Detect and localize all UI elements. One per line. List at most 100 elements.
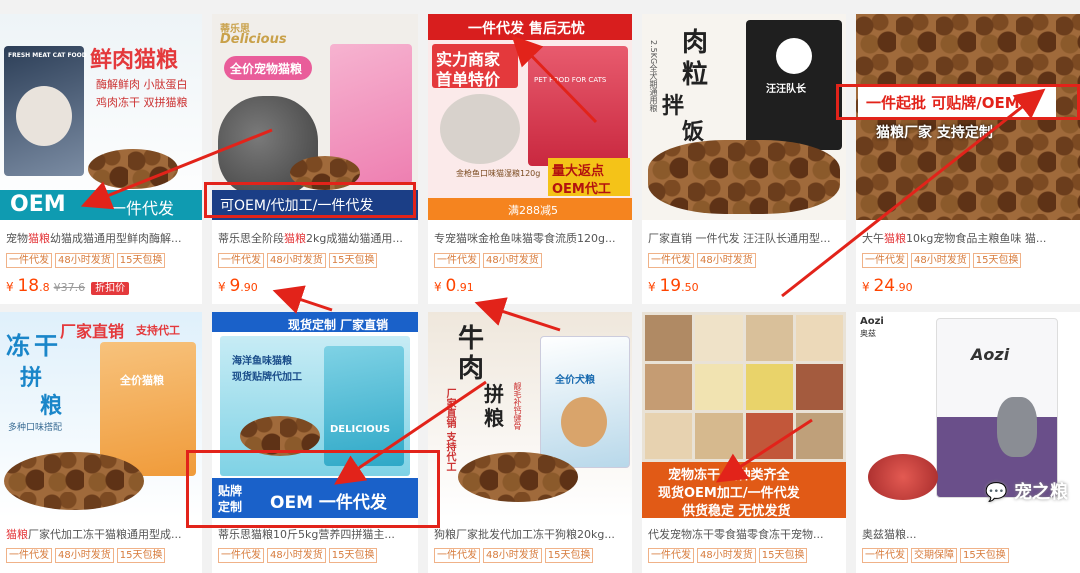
product-card[interactable]: 宠物冻干 品种类齐全 现货OEM加工/一件代发 供货稳定 无忧发货 代发宠物冻干… xyxy=(642,312,846,573)
price: ¥ 24.90 xyxy=(862,276,913,296)
service-tag: 15天包换 xyxy=(960,548,1009,563)
bag-text: PET FOOD FOR CATS xyxy=(534,76,607,84)
price-integer: 9 xyxy=(229,276,241,296)
snack-photo xyxy=(695,364,743,410)
image-caption: 2.5KG全犬期通用粮 xyxy=(649,40,658,113)
service-tag: 48小时发货 xyxy=(267,253,326,268)
banner-text: 宠物冻干 品种类齐全 xyxy=(668,468,790,483)
bag-text: 汪汪队长 xyxy=(766,84,806,95)
product-card[interactable]: 肉 粒 拌 饭 2.5KG全犬期通用粮 汪汪队长 厂家直销 一件代发 汪汪队长通… xyxy=(642,14,846,304)
banner-text: 现货OEM加工/一件代发 xyxy=(658,486,800,501)
image-headline: 肉 xyxy=(458,354,485,384)
kibble-bowl xyxy=(88,149,178,189)
cat-photo xyxy=(440,94,520,164)
kibble-pile xyxy=(4,452,144,510)
bag-text: 全价猫粮 xyxy=(120,374,164,387)
brand-logo: 奥兹 xyxy=(860,329,876,338)
image-headline: 支持代工 xyxy=(136,324,180,337)
product-title[interactable]: 专宠猫咪金枪鱼味猫零食流质120g... xyxy=(434,230,628,246)
price: ¥ 9.90 xyxy=(218,276,258,296)
product-title[interactable]: 蒂乐思全阶段猫粮2kg成猫幼猫通用... xyxy=(218,230,414,246)
product-card[interactable]: 牛 肉 拼 粮 靓毛补钙健骨 厂家直销 支持代工 全价犬粮 狗粮厂家批发代加工冻… xyxy=(428,312,632,573)
dog-photo xyxy=(561,397,607,447)
promo-banner: OEM 一件代发 xyxy=(0,190,202,220)
original-price: ¥37.6 xyxy=(53,281,86,294)
food-bag-image: 全价犬粮 xyxy=(540,336,630,468)
image-headline: 干 xyxy=(34,332,58,360)
product-image[interactable]: 肉 粒 拌 饭 2.5KG全犬期通用粮 汪汪队长 xyxy=(642,14,846,220)
product-image[interactable]: 厂家直销 支持代工 冻 干 拼 粮 多种口味搭配 全价猫粮 xyxy=(0,312,202,518)
meat-photo xyxy=(868,454,938,500)
image-caption: 靓毛补钙健骨 xyxy=(513,382,522,430)
product-image[interactable]: Aozi 奥兹 Aozi 💬 宠之粮 xyxy=(856,312,1080,518)
price-decimal: .90 xyxy=(895,281,913,294)
product-title[interactable]: 大午猫粮10kg宠物食品主粮鱼味 猫... xyxy=(862,230,1076,246)
service-tag: 一件代发 xyxy=(862,253,908,268)
banner-text: 现货定制 厂家直销 xyxy=(288,318,389,332)
price-integer: 0 xyxy=(445,276,457,296)
product-card[interactable]: 现货定制 厂家直销 海洋鱼味猫粮 现货贴牌代加工 DELICIOUS 贴牌 定制… xyxy=(212,312,418,573)
price-integer: 19 xyxy=(659,276,682,296)
service-tag: 15天包换 xyxy=(972,253,1022,268)
product-image[interactable]: FRESH MEAT CAT FOOD 鲜肉猫粮 酶解鲜肉 小肽蛋白 鸡肉冻干 … xyxy=(0,14,202,220)
service-tag: 15天包换 xyxy=(544,548,594,563)
service-tag: 15天包换 xyxy=(116,548,166,563)
product-title[interactable]: 奥兹猫粮... xyxy=(862,526,1076,542)
product-title[interactable]: 厂家直销 一件代发 汪汪队长通用型... xyxy=(648,230,842,246)
service-tag: 48小时发货 xyxy=(697,253,756,268)
product-image[interactable]: 牛 肉 拼 粮 靓毛补钙健骨 厂家直销 支持代工 全价犬粮 xyxy=(428,312,632,518)
service-tag: 一件代发 xyxy=(6,253,52,268)
product-image[interactable]: 一件代发 售后无忧 实力商家 首单特价 PET FOOD FOR CATS 量大… xyxy=(428,14,632,220)
image-top-banner: 一件代发 售后无忧 xyxy=(428,14,632,40)
snack-photo xyxy=(695,315,743,361)
food-bag-image: 汪汪队长 xyxy=(746,20,842,150)
banner-text: 一件代发 售后无忧 xyxy=(468,21,585,37)
snack-photo xyxy=(745,364,793,410)
cat-photo xyxy=(997,397,1037,457)
product-title[interactable]: 代发宠物冻干零食猫零食冻干宠物... xyxy=(648,526,842,542)
annotation-box xyxy=(204,182,416,218)
promo-banner: 宠物冻干 品种类齐全 现货OEM加工/一件代发 供货稳定 无忧发货 xyxy=(642,462,846,518)
product-image[interactable]: 宠物冻干 品种类齐全 现货OEM加工/一件代发 供货稳定 无忧发货 xyxy=(642,312,846,518)
product-card[interactable]: 蒂乐思 Delicious 全价宠物猫粮 可OEM/代加工/一件代发 蒂乐思全阶… xyxy=(212,14,418,304)
image-caption: 厂家直销 支持代工 xyxy=(444,388,455,472)
discount-badge: 折扣价 xyxy=(91,282,130,295)
service-tags: 一件代发 48小时发货 xyxy=(434,253,542,268)
product-title[interactable]: 蒂乐思猫粮10斤5kg营养四拼猫主... xyxy=(218,526,414,542)
product-title[interactable]: 狗粮厂家批发代加工冻干狗粮20kg... xyxy=(434,526,628,542)
banner-text: 满288减5 xyxy=(508,204,558,217)
service-tag: 15天包换 xyxy=(328,548,378,563)
product-title[interactable]: 宠物猫粮幼猫成猫通用型鲜肉酶解... xyxy=(6,230,198,246)
snack-photo xyxy=(645,315,693,361)
bag-text: 全价犬粮 xyxy=(555,375,595,386)
product-card[interactable]: FRESH MEAT CAT FOOD 鲜肉猫粮 酶解鲜肉 小肽蛋白 鸡肉冻干 … xyxy=(0,14,202,304)
watermark: 💬 宠之粮 xyxy=(985,478,1068,504)
category-badge: 全价宠物猫粮 xyxy=(224,56,312,80)
image-headline: 拌 xyxy=(662,94,685,119)
product-card[interactable]: Aozi 奥兹 Aozi 💬 宠之粮 奥兹猫粮... 一件代发 交期保障 15天… xyxy=(856,312,1080,573)
cat-photo xyxy=(16,86,72,146)
service-tags: 一件代发 48小时发货 15天包换 xyxy=(6,253,166,268)
image-headline: 粒 xyxy=(682,60,709,90)
bag-logo xyxy=(776,38,812,74)
service-tag: 48小时发货 xyxy=(911,253,970,268)
wechat-icon: 💬 xyxy=(985,482,1008,503)
service-tag: 一件代发 xyxy=(434,548,480,563)
service-tag: 交期保障 xyxy=(911,548,957,563)
product-title[interactable]: 猫粮厂家代加工冻干猫粮通用型成... xyxy=(6,526,198,542)
product-card[interactable]: 一件起批 可贴牌/OEM 猫粮厂家 支持定制 大午猫粮10kg宠物食品主粮鱼味 … xyxy=(856,14,1080,304)
image-headline: 粮 xyxy=(40,394,63,419)
snack-photo xyxy=(795,413,843,459)
bag-text: Aozi xyxy=(971,345,1010,364)
panel-text: 海洋鱼味猫粮 xyxy=(232,356,292,367)
price-integer: 24 xyxy=(873,276,896,296)
service-tag: 一件代发 xyxy=(862,548,908,563)
bag-text: FRESH MEAT CAT FOOD xyxy=(8,52,87,59)
kibble-pile xyxy=(458,452,578,502)
product-card[interactable]: 厂家直销 支持代工 冻 干 拼 粮 多种口味搭配 全价猫粮 猫粮厂家代加工冻干猫… xyxy=(0,312,202,573)
banner-text: OEM xyxy=(10,192,66,217)
product-card[interactable]: 一件代发 售后无忧 实力商家 首单特价 PET FOOD FOR CATS 量大… xyxy=(428,14,632,304)
image-caption: 多种口味搭配 xyxy=(8,423,63,433)
service-tags: 一件代发 48小时发货 15天包换 xyxy=(434,548,594,563)
service-tag: 一件代发 xyxy=(218,253,264,268)
